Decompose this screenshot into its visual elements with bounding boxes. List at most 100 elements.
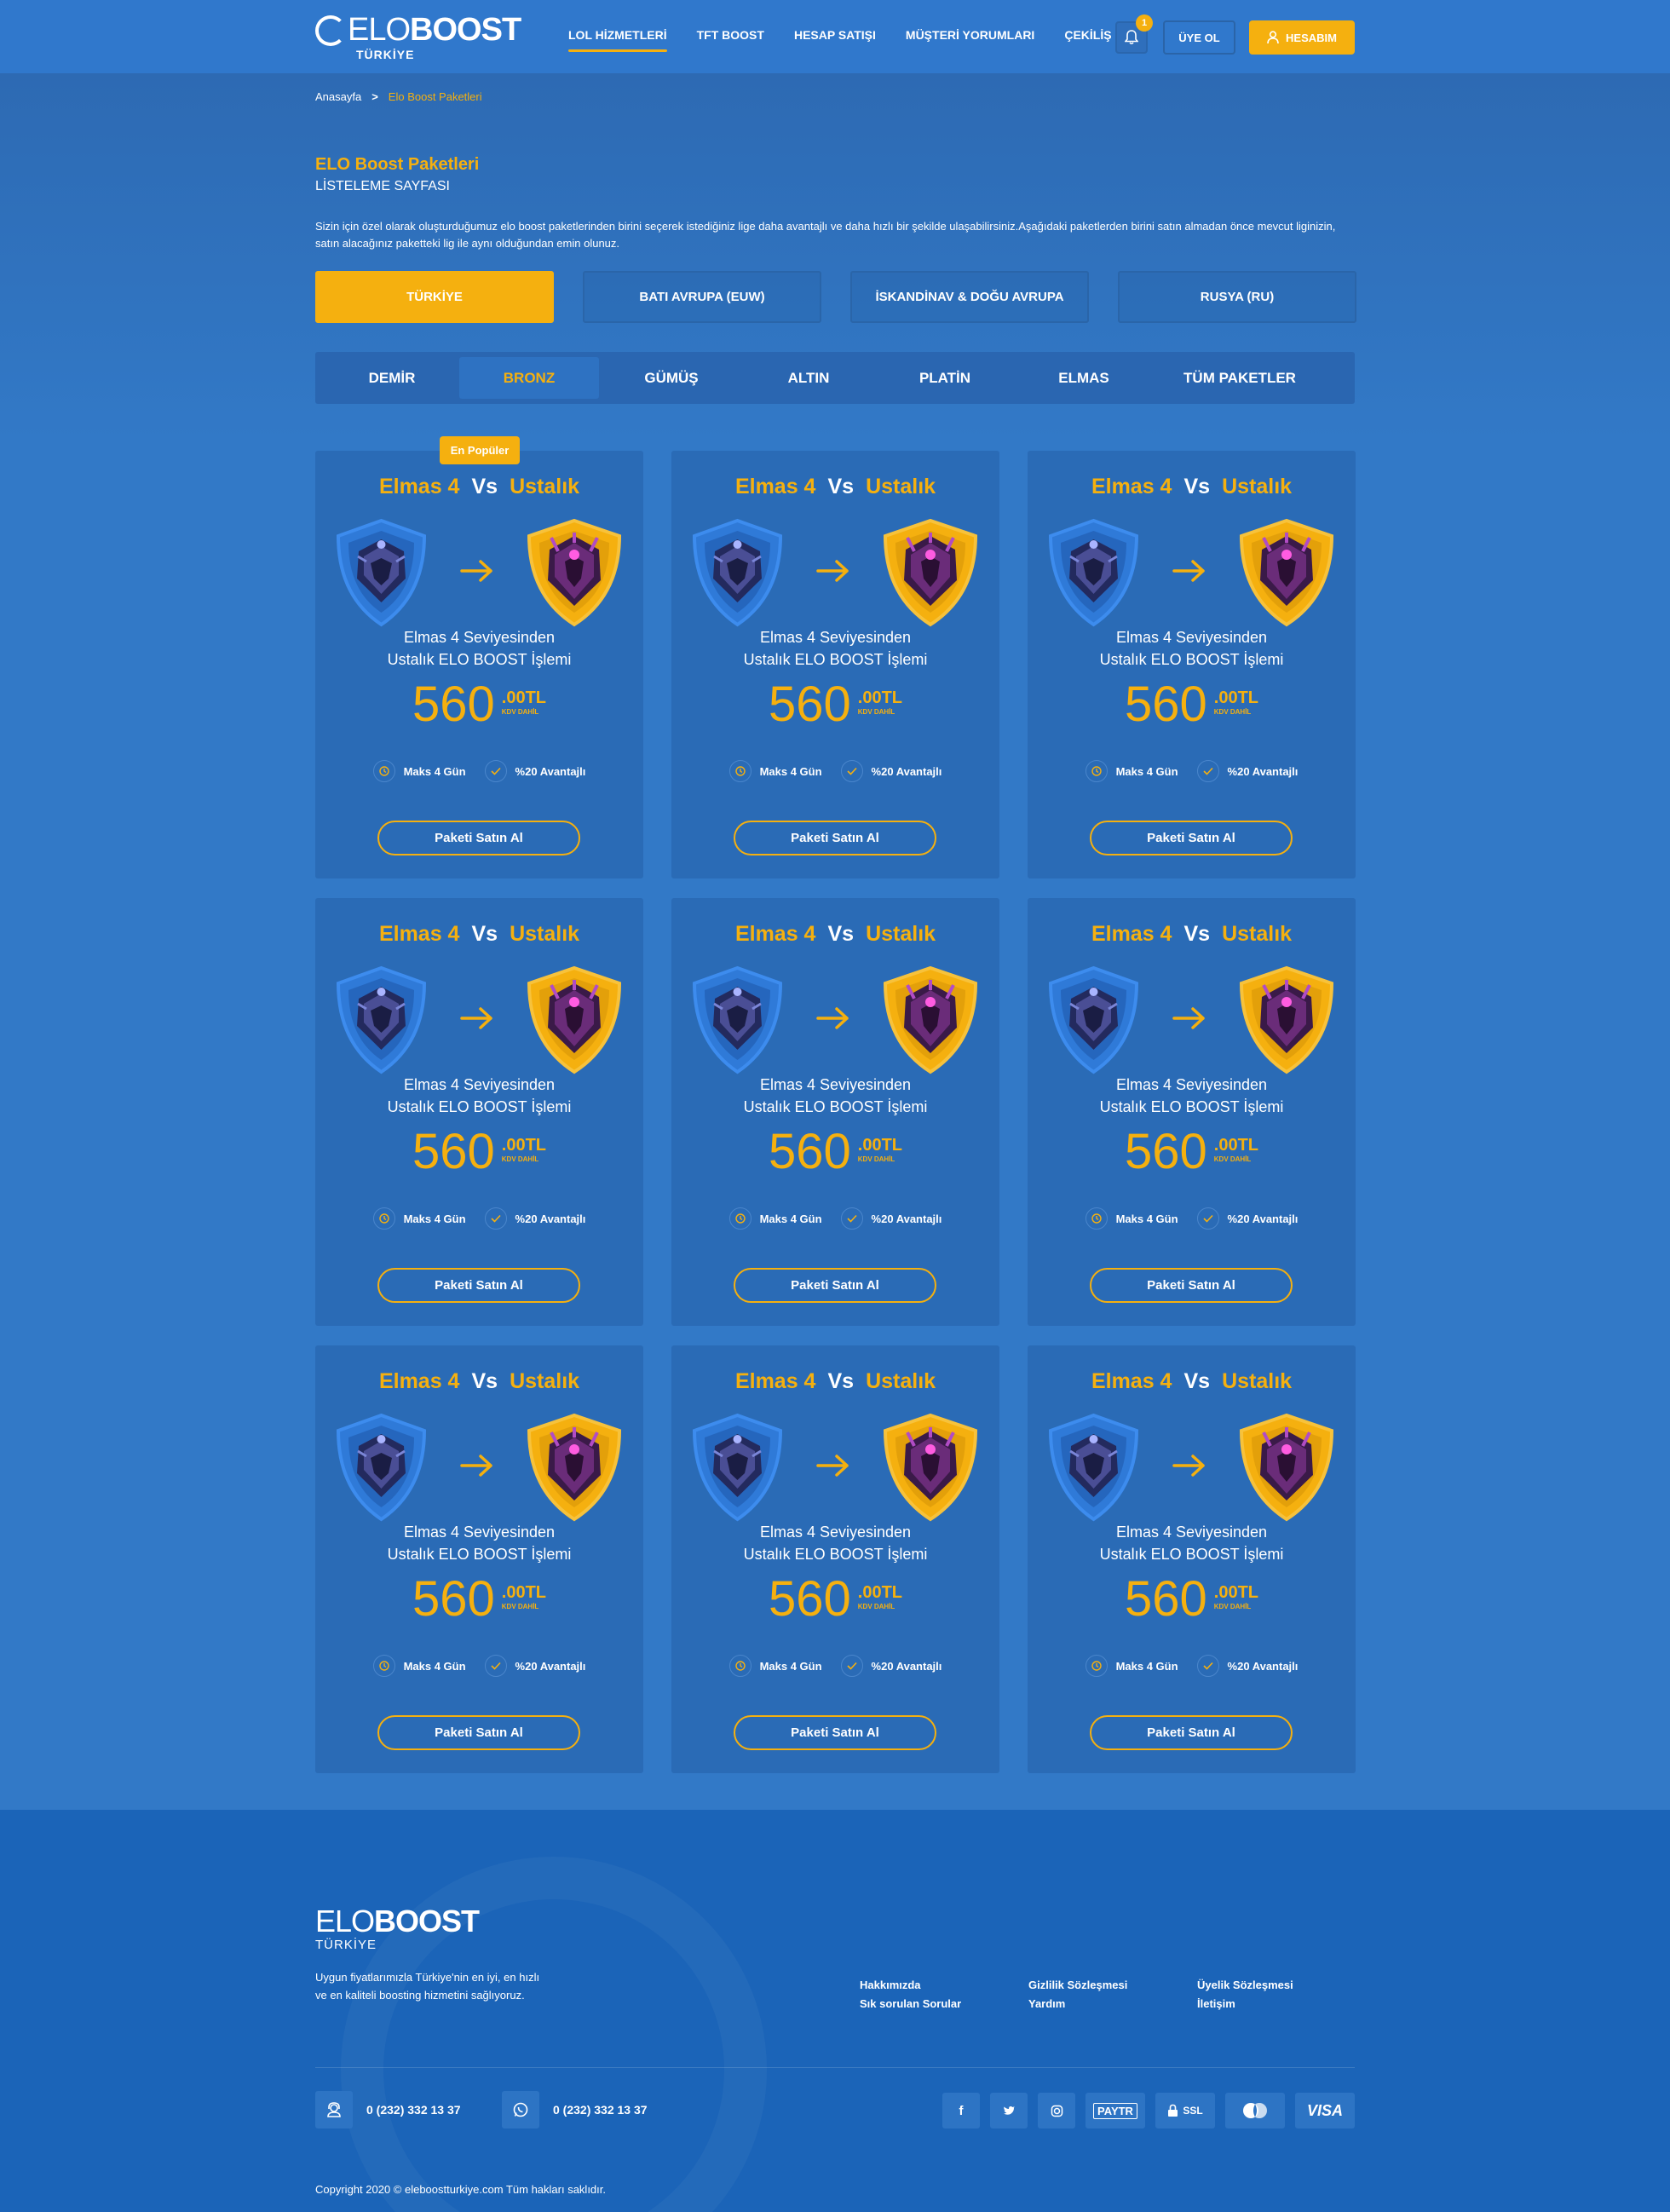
- region-ru[interactable]: RUSYA (RU): [1118, 271, 1356, 323]
- feature-max-days: Maks 4 Gün: [728, 1207, 822, 1230]
- footer-logo-subtitle: TÜRKİYE: [315, 1938, 377, 1952]
- clock-icon: [728, 760, 752, 782]
- card-title: Elmas 4 Vs Ustalık: [671, 1369, 999, 1394]
- buy-package-button[interactable]: Paketi Satın Al: [1090, 1715, 1293, 1750]
- feature-advantage: %20 Avantajlı: [840, 760, 942, 782]
- card-description-line2: Ustalık ELO BOOST İşlemi: [743, 651, 928, 668]
- card-to-rank: Ustalık: [510, 1369, 580, 1393]
- feature-advantage-label: %20 Avantajlı: [871, 1659, 942, 1673]
- buy-package-button[interactable]: Paketi Satın Al: [734, 1715, 936, 1750]
- buy-package-button[interactable]: Paketi Satın Al: [377, 1715, 580, 1750]
- card-description: Elmas 4 Seviyesinden Ustalık ELO BOOST İ…: [315, 1521, 643, 1565]
- footer-link-about[interactable]: Hakkımızda: [860, 1979, 1028, 1991]
- card-from-rank: Elmas 4: [734, 922, 816, 946]
- buy-package-button[interactable]: Paketi Satın Al: [1090, 821, 1293, 855]
- check-icon: [1196, 1655, 1219, 1677]
- footer-logo[interactable]: ELOBOOST TÜRKİYE: [315, 1904, 503, 1952]
- tab-silver[interactable]: GÜMÜŞ: [602, 357, 741, 399]
- clock-icon: [728, 1655, 752, 1677]
- price-tax-note: KDV DAHİL: [857, 1155, 895, 1163]
- tab-diamond[interactable]: ELMAS: [1014, 357, 1154, 399]
- master-rank-emblem-icon: [1239, 965, 1334, 1074]
- region-eune[interactable]: İSKANDİNAV & DOĞU AVRUPA: [850, 271, 1089, 323]
- buy-package-button[interactable]: Paketi Satın Al: [377, 821, 580, 855]
- check-icon: [840, 1655, 863, 1677]
- card-description-line1: Elmas 4 Seviyesinden: [1115, 1524, 1268, 1541]
- buy-package-button[interactable]: Paketi Satın Al: [377, 1268, 580, 1303]
- ssl-badge-label: SSL: [1183, 2105, 1203, 2117]
- buy-package-button[interactable]: Paketi Satın Al: [1090, 1268, 1293, 1303]
- nav-customer-reviews[interactable]: MÜŞTERİ YORUMLARI: [906, 28, 1034, 52]
- footer-whatsapp[interactable]: 0 (232) 332 13 37: [502, 2091, 648, 2128]
- price-amount: 560: [768, 1124, 851, 1179]
- price-amount: 560: [768, 1571, 851, 1627]
- tab-gold[interactable]: ALTIN: [739, 357, 878, 399]
- tab-iron[interactable]: DEMİR: [315, 357, 469, 399]
- nav-tft-boost[interactable]: TFT BOOST: [697, 28, 764, 52]
- facebook-icon[interactable]: f: [942, 2093, 980, 2128]
- price-cents: .00TL: [1213, 1583, 1259, 1602]
- card-description: Elmas 4 Seviyesinden Ustalık ELO BOOST İ…: [1028, 1521, 1356, 1565]
- master-rank-emblem-icon: [1239, 518, 1334, 627]
- breadcrumb: Anasayfa > Elo Boost Paketleri: [315, 90, 482, 103]
- feature-max-days-label: Maks 4 Gün: [1115, 1212, 1178, 1225]
- card-description-line1: Elmas 4 Seviyesinden: [403, 1524, 556, 1541]
- twitter-icon[interactable]: [990, 2093, 1028, 2128]
- notification-button[interactable]: 1: [1115, 14, 1153, 54]
- card-title: Elmas 4 Vs Ustalık: [1028, 1369, 1356, 1394]
- card-description-line2: Ustalık ELO BOOST İşlemi: [1099, 1546, 1284, 1563]
- site-logo[interactable]: ELOBOOST TÜRKİYE: [315, 12, 521, 61]
- buy-package-button[interactable]: Paketi Satın Al: [734, 1268, 936, 1303]
- footer-divider: [315, 2067, 1355, 2068]
- support-agent-icon: [315, 2091, 353, 2128]
- price-amount: 560: [1124, 1124, 1207, 1179]
- package-card: En Popüler Elmas 4VsUstalık Elmas 4 Se: [315, 436, 643, 878]
- price-cents: .00TL: [857, 1136, 903, 1155]
- card-from-rank: Elmas 4: [1091, 475, 1172, 498]
- feature-advantage-label: %20 Avantajlı: [515, 1212, 586, 1225]
- tab-bronze[interactable]: BRONZ: [459, 357, 599, 399]
- nav-account-sales[interactable]: HESAP SATIŞI: [794, 28, 876, 52]
- feature-advantage: %20 Avantajlı: [484, 1207, 586, 1230]
- check-icon: [484, 1655, 507, 1677]
- feature-advantage: %20 Avantajlı: [484, 1655, 586, 1677]
- price-amount: 560: [412, 1124, 495, 1179]
- buy-package-button[interactable]: Paketi Satın Al: [734, 821, 936, 855]
- feature-advantage: %20 Avantajlı: [1196, 760, 1298, 782]
- card-title: Elmas 4 Vs Ustalık: [671, 922, 999, 947]
- instagram-icon[interactable]: [1038, 2093, 1075, 2128]
- card-description: Elmas 4 Seviyesinden Ustalık ELO BOOST İ…: [1028, 626, 1356, 671]
- diamond-rank-emblem-icon: [336, 965, 427, 1074]
- footer-link-membership[interactable]: Üyelik Sözleşmesi: [1197, 1979, 1366, 1991]
- region-turkey[interactable]: TÜRKİYE: [315, 271, 554, 323]
- region-euw[interactable]: BATI AVRUPA (EUW): [583, 271, 821, 323]
- price-cents: .00TL: [501, 1583, 547, 1602]
- nav-giveaway[interactable]: ÇEKİLİŞ: [1064, 28, 1111, 52]
- arrow-right-icon: [816, 1007, 849, 1029]
- visa-badge: VISA: [1295, 2093, 1355, 2128]
- check-icon: [840, 760, 863, 782]
- account-button[interactable]: HESABIM: [1249, 20, 1355, 55]
- footer-link-contact[interactable]: İletişim: [1197, 1997, 1366, 2010]
- footer-link-help[interactable]: Yardım: [1028, 1997, 1197, 2010]
- feature-max-days-label: Maks 4 Gün: [759, 1659, 822, 1673]
- popular-badge: En Popüler: [440, 436, 520, 464]
- footer-link-faq[interactable]: Sık sorulan Sorular: [860, 1997, 1028, 2010]
- card-to-rank: Ustalık: [1222, 922, 1293, 946]
- card-features: Maks 4 Gün %20 Avantajlı: [1028, 1655, 1356, 1677]
- register-button[interactable]: ÜYE OL: [1163, 20, 1235, 55]
- tab-all-packages[interactable]: TÜM PAKETLER: [1163, 357, 1316, 399]
- card-from-rank: Elmas 4: [378, 475, 460, 498]
- breadcrumb-home[interactable]: Anasayfa: [315, 90, 361, 103]
- feature-max-days: Maks 4 Gün: [728, 1655, 822, 1677]
- feature-advantage-label: %20 Avantajlı: [515, 1659, 586, 1673]
- clock-icon: [372, 760, 395, 782]
- footer-link-privacy[interactable]: Gizlilik Sözleşmesi: [1028, 1979, 1197, 1991]
- tab-platinum[interactable]: PLATİN: [875, 357, 1015, 399]
- card-from-rank: Elmas 4: [1091, 1369, 1172, 1393]
- account-button-label: HESABIM: [1286, 31, 1337, 44]
- nav-lol-services[interactable]: LOL HİZMETLERİ: [568, 28, 667, 52]
- card-description-line1: Elmas 4 Seviyesinden: [403, 1076, 556, 1093]
- footer-phone[interactable]: 0 (232) 332 13 37: [315, 2091, 461, 2128]
- card-to-rank: Ustalık: [510, 922, 580, 946]
